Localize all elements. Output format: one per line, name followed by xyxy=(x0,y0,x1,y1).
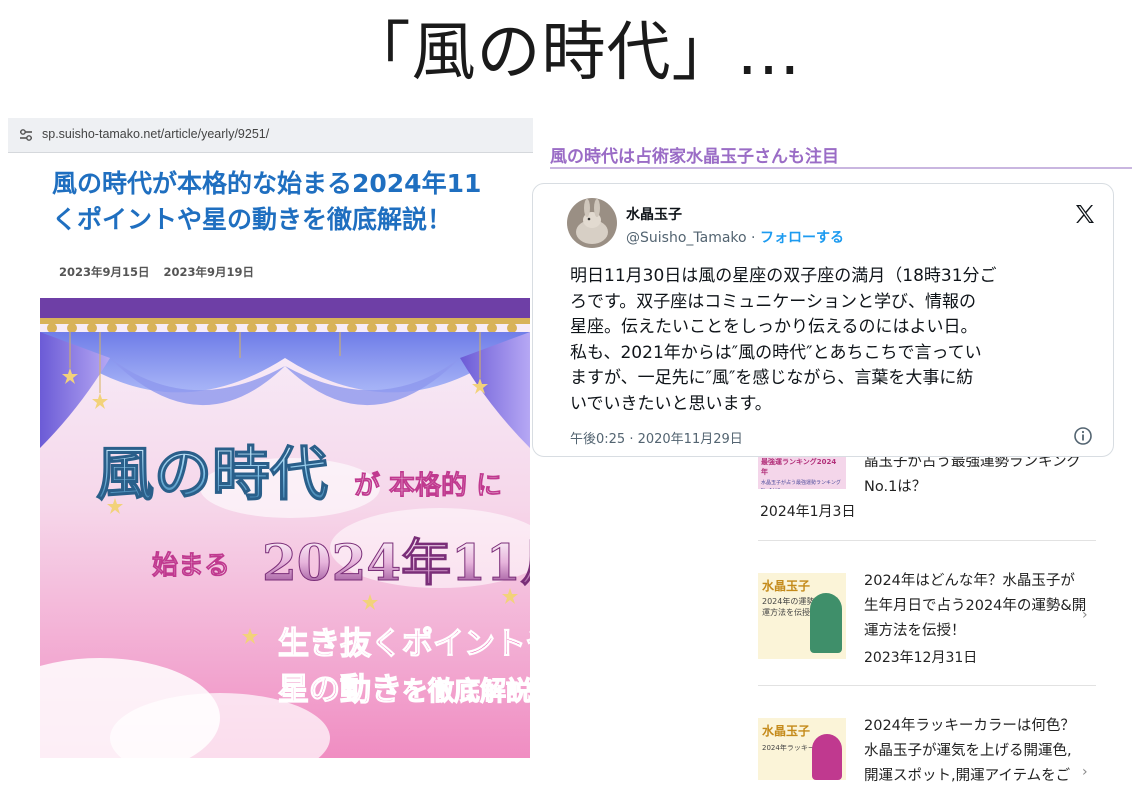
site-settings-icon[interactable] xyxy=(18,127,34,143)
tweet-line: 星座。伝えたいことをしっかり伝えるのにはよい日。 xyxy=(570,317,978,337)
related-title-2-line-2[interactable]: 生年月日で占う2024年の運勢&開 xyxy=(864,594,1099,619)
related-title-2[interactable]: 2024年はどんな年？水晶玉子が 生年月日で占う2024年の運勢&開 運方法を伝… xyxy=(864,569,1099,644)
related-title-2-line-1[interactable]: 2024年はどんな年？水晶玉子が xyxy=(864,569,1099,594)
tweet-line: 私も、2021年からは″風の時代″とあちこちで言ってい xyxy=(570,342,982,363)
tweet-handle-row: @Suisho_Tamako · フォローする xyxy=(626,227,844,247)
tweet-text: 明日11月30日は風の星座の双子座の満月（18時31分ご ろです。双子座はコミュ… xyxy=(570,264,1098,417)
tweet-timestamp[interactable]: 午後0:25 · 2020年11月29日 xyxy=(570,428,743,447)
thumb-2-portrait xyxy=(810,593,842,653)
hero-line4a-text: 星の動き xyxy=(278,672,402,708)
related-title-3-line-1[interactable]: 2024年ラッキーカラーは何色？ xyxy=(864,714,1099,739)
hero-banner-image: 風の時代 が 本格的 に 始まる 2024年11月 生き抜くポイントや 星の動き… xyxy=(40,298,530,758)
thumb-1-line-2: 水晶玉子が占う最強運勢ランキングNo.1は？ xyxy=(761,480,841,489)
published-date: 2023年9月15日 xyxy=(59,265,150,279)
hero-starts-text: 始まる xyxy=(152,551,230,581)
tweet-line: ろです。双子座はコミュニケーションと学び、情報の xyxy=(570,291,976,312)
tweet-handle[interactable]: @Suisho_Tamako xyxy=(626,230,747,246)
hero-particle-text: が 本格的 に xyxy=(354,470,502,501)
related-item-1[interactable]: 最強運ランキング2024年 水晶玉子が占う最強運勢ランキングNo.1は？ 晶玉子… xyxy=(758,454,1098,525)
avatar[interactable] xyxy=(567,198,617,248)
heading-rule xyxy=(550,167,1132,169)
related-title-3-line-2[interactable]: 水晶玉子が運気を上げる開運色, xyxy=(864,739,1099,764)
url-text[interactable]: sp.suisho-tamako.net/article/yearly/9251… xyxy=(42,127,269,141)
article-dates: 2023年9月15日 2023年9月19日 xyxy=(59,264,268,280)
x-logo-icon[interactable] xyxy=(1073,202,1097,226)
hero-big-text: 風の時代 xyxy=(96,440,328,508)
tweet-line: ますが、一足先に″風″を感じながら、言葉を大事に紡 xyxy=(570,368,974,388)
chevron-right-icon[interactable]: › xyxy=(1082,607,1088,623)
thumb-2-line-1: 水晶玉子 xyxy=(762,579,811,593)
hero-line3-text: 生き抜くポイントや xyxy=(278,626,530,662)
tweet-line: 明日11月30日は風の星座の双子座の満月（18時31分ご xyxy=(570,266,997,286)
svg-text:星の動きを徹底解説！: 星の動きを徹底解説！ xyxy=(278,672,530,708)
related-thumb-3[interactable]: 水晶玉子 2024年ラッキーカラー xyxy=(758,718,846,780)
related-item-3[interactable]: 水晶玉子 2024年ラッキーカラー 2024年ラッキーカラーは何色？ 水晶玉子が… xyxy=(758,716,1098,784)
separator xyxy=(758,685,1096,686)
article-title-line-1[interactable]: 風の時代が本格的な始まる2024年11 xyxy=(52,166,533,202)
article-screenshot: sp.suisho-tamako.net/article/yearly/9251… xyxy=(8,118,533,768)
info-icon[interactable] xyxy=(1073,426,1093,446)
related-title-1-line-2[interactable]: No.1は？ xyxy=(864,475,1099,500)
related-date-2: 2023年12月31日 xyxy=(864,650,978,666)
related-title-3-line-3[interactable]: 開運スポット,開運アイテムをご xyxy=(864,764,1099,789)
related-item-2[interactable]: 水晶玉子 2024年の運勢& 運方法を伝授 2024年はどんな年？水晶玉子が 生… xyxy=(758,571,1098,671)
related-title-1[interactable]: 晶玉子が占う最強運勢ランキング No.1は？ xyxy=(864,450,1099,500)
browser-address-bar[interactable]: sp.suisho-tamako.net/article/yearly/9251… xyxy=(8,118,533,153)
article-title-line-2[interactable]: くポイントや星の動きを徹底解説！ xyxy=(52,202,533,238)
related-title-3[interactable]: 2024年ラッキーカラーは何色？ 水晶玉子が運気を上げる開運色, 開運スポット,… xyxy=(864,714,1099,789)
follow-button[interactable]: フォローする xyxy=(760,230,844,246)
embedded-tweet[interactable]: 水晶玉子 @Suisho_Tamako · フォローする 明日11月30日は風の… xyxy=(532,183,1114,457)
related-title-2-line-3[interactable]: 運方法を伝授！ xyxy=(864,619,1099,644)
thumb-3-portrait xyxy=(812,734,842,780)
article-title[interactable]: 風の時代が本格的な始まる2024年11 くポイントや星の動きを徹底解説！ xyxy=(52,166,533,238)
hero-line4b-text: を徹底解説！ xyxy=(402,676,530,707)
related-thumb-2[interactable]: 水晶玉子 2024年の運勢& 運方法を伝授 xyxy=(758,573,846,659)
separator xyxy=(758,540,1096,541)
hero-year-text: 2024年11月 xyxy=(262,533,530,592)
section-heading: 風の時代は占術家水晶玉子さんも注目 xyxy=(550,147,839,167)
slide-title: 「風の時代」… xyxy=(346,16,802,90)
related-date-1: 2024年1月3日 xyxy=(760,504,856,520)
thumb-1-line-1: 最強運ランキング2024年 xyxy=(761,458,837,476)
related-thumb-1[interactable]: 最強運ランキング2024年 水晶玉子が占う最強運勢ランキングNo.1は？ xyxy=(758,455,846,489)
chevron-right-icon[interactable]: › xyxy=(1082,764,1088,780)
tweet-line: いでいきたいと思います。 xyxy=(570,393,772,414)
tweet-author-name[interactable]: 水晶玉子 xyxy=(626,204,682,224)
dot-separator: · xyxy=(746,230,760,246)
updated-date: 2023年9月19日 xyxy=(163,265,255,279)
